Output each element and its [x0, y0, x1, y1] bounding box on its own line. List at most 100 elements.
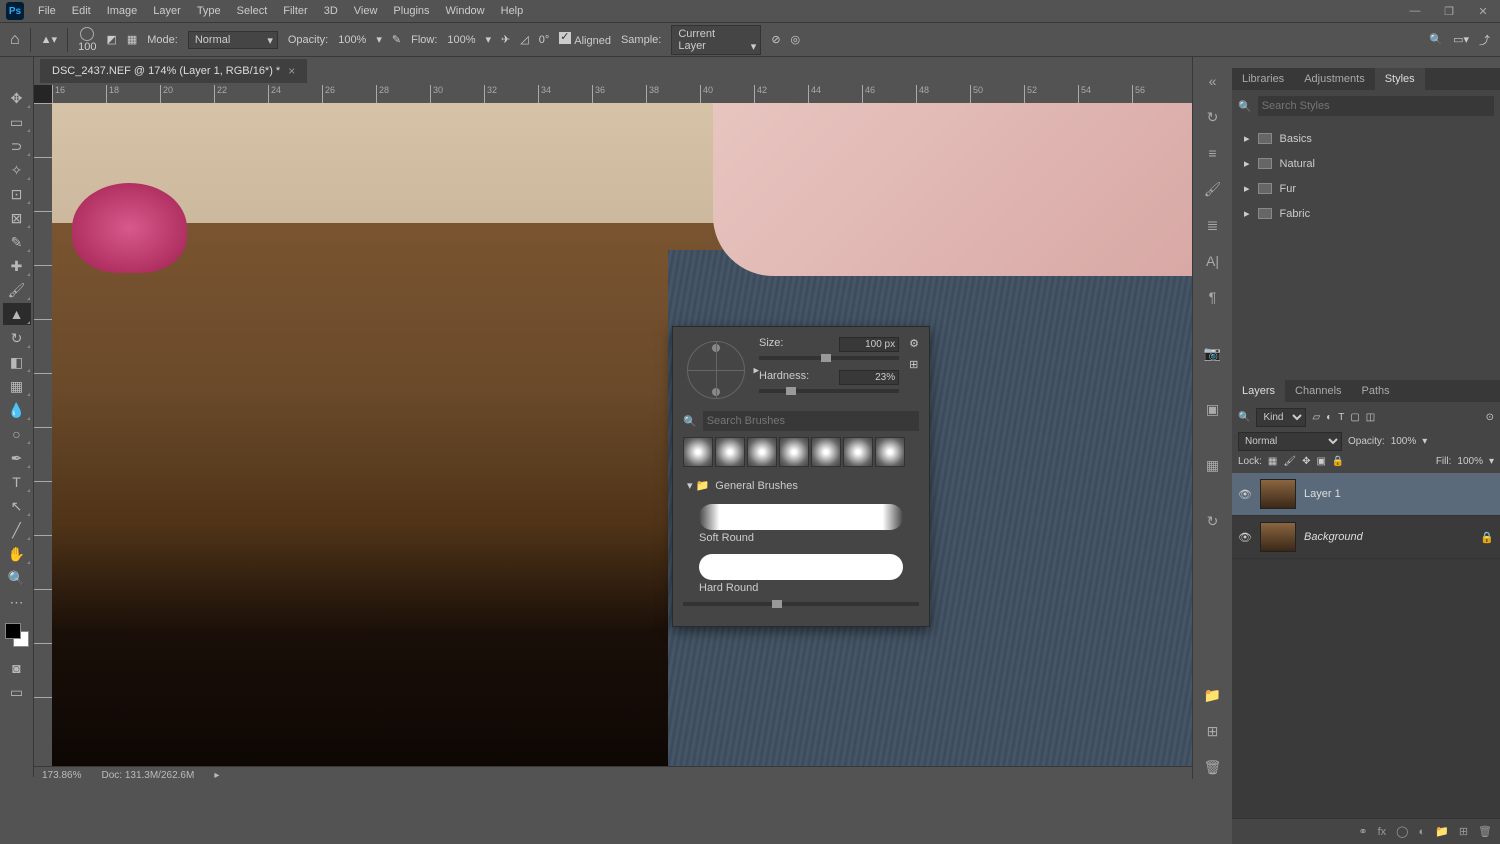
menu-edit[interactable]: Edit	[64, 5, 99, 17]
healing-tool[interactable]: ✚	[3, 255, 31, 277]
edit-toolbar[interactable]: ⋯	[3, 591, 31, 613]
camera-panel-icon[interactable]: 📷	[1201, 341, 1225, 365]
crop-tool[interactable]: ⊡	[3, 183, 31, 205]
brush-panel-icon[interactable]: ◩	[106, 33, 116, 46]
tool-preset-icon[interactable]: ▲▾	[41, 33, 57, 46]
pen-tool[interactable]: ✒	[3, 447, 31, 469]
rotate-panel-icon[interactable]: ↻	[1201, 509, 1225, 533]
brush-tool[interactable]: 🖌	[3, 279, 31, 301]
eyedropper-tool[interactable]: ✎	[3, 231, 31, 253]
close-tab-icon[interactable]: ×	[288, 64, 295, 78]
tab-paths[interactable]: Paths	[1352, 380, 1400, 402]
vertical-ruler[interactable]	[34, 103, 52, 769]
history-brush-tool[interactable]: ↻	[3, 327, 31, 349]
aligned-checkbox[interactable]: Aligned	[559, 32, 611, 47]
lock-all-icon[interactable]: 🔒	[1332, 456, 1344, 467]
styles-folder-fur[interactable]: ▸ Fur	[1240, 176, 1492, 201]
menu-plugins[interactable]: Plugins	[385, 5, 437, 17]
brush-item-hard-round[interactable]: Hard Round	[683, 550, 919, 596]
airbrush-icon[interactable]: ✈	[501, 33, 510, 46]
character-panel-icon[interactable]: A|	[1201, 249, 1225, 273]
filter-image-icon[interactable]: ▱	[1312, 412, 1320, 423]
expand-panels-icon[interactable]: «	[1201, 69, 1225, 93]
lock-transparency-icon[interactable]: ▦	[1268, 456, 1277, 467]
brush-preset[interactable]	[683, 437, 713, 467]
status-menu-icon[interactable]: ▸	[214, 770, 219, 781]
delete-layer-icon[interactable]: 🗑	[1478, 825, 1492, 838]
tab-adjustments[interactable]: Adjustments	[1294, 68, 1375, 90]
brush-item-soft-round[interactable]: Soft Round	[683, 500, 919, 546]
folder-icon[interactable]: 📁	[1201, 683, 1225, 707]
size-input[interactable]	[839, 337, 899, 352]
styles-folder-natural[interactable]: ▸ Natural	[1240, 151, 1492, 176]
zoom-level[interactable]: 173.86%	[42, 770, 81, 781]
share-icon[interactable]: ⤴	[1479, 32, 1490, 48]
brush-preset[interactable]	[715, 437, 745, 467]
mask-icon[interactable]: ◯	[1396, 825, 1408, 838]
sample-select[interactable]: Current Layer	[671, 25, 761, 55]
close-button[interactable]: ✕	[1466, 0, 1500, 22]
shape-tool[interactable]: ╱	[3, 519, 31, 541]
brush-settings-icon[interactable]: 🖌	[1201, 177, 1225, 201]
search-icon[interactable]: 🔍	[1429, 33, 1443, 46]
search-brushes-input[interactable]	[703, 411, 919, 431]
filter-smart-icon[interactable]: ◫	[1366, 412, 1375, 423]
tab-styles[interactable]: Styles	[1375, 68, 1425, 90]
menu-layer[interactable]: Layer	[145, 5, 189, 17]
color-swatches[interactable]	[5, 623, 29, 647]
menu-image[interactable]: Image	[99, 5, 146, 17]
new-icon[interactable]: ⊞	[1201, 719, 1225, 743]
fx-icon[interactable]: fx	[1378, 826, 1387, 838]
hardness-input[interactable]	[839, 370, 899, 385]
lasso-tool[interactable]: ⊃	[3, 135, 31, 157]
menu-file[interactable]: File	[30, 5, 64, 17]
new-layer-icon[interactable]: ⊞	[1459, 825, 1468, 838]
filter-shape-icon[interactable]: ▢	[1350, 412, 1359, 423]
brush-preset[interactable]	[843, 437, 873, 467]
hand-tool[interactable]: ✋	[3, 543, 31, 565]
hardness-slider[interactable]	[759, 389, 899, 393]
group-icon[interactable]: 📁	[1435, 825, 1449, 838]
layer-fill-value[interactable]: 100%	[1457, 456, 1483, 467]
layer-thumbnail[interactable]	[1260, 522, 1296, 552]
menu-view[interactable]: View	[346, 5, 386, 17]
link-layers-icon[interactable]: ⚭	[1358, 825, 1367, 838]
arrow-icon[interactable]: ▸	[753, 364, 759, 377]
clone-source-icon[interactable]: ▦	[127, 33, 137, 46]
paragraph-panel-icon[interactable]: ¶	[1201, 285, 1225, 309]
pressure-size-icon[interactable]: ◎	[791, 33, 801, 46]
adjustment-icon[interactable]: ◐	[1418, 826, 1425, 838]
document-tab[interactable]: DSC_2437.NEF @ 174% (Layer 1, RGB/16*) *…	[40, 59, 307, 83]
menu-window[interactable]: Window	[438, 5, 493, 17]
move-tool[interactable]: ✥	[3, 87, 31, 109]
wand-tool[interactable]: ✧	[3, 159, 31, 181]
workspace-icon[interactable]: ▭▾	[1453, 33, 1469, 46]
home-icon[interactable]: ⌂	[10, 31, 20, 49]
menu-type[interactable]: Type	[189, 5, 229, 17]
tab-layers[interactable]: Layers	[1232, 380, 1285, 402]
blend-mode-select[interactable]: Normal	[1238, 432, 1342, 451]
layer-opacity-value[interactable]: 100%	[1391, 436, 1417, 447]
screenmode-icon[interactable]: ▭	[3, 681, 31, 703]
layer-name[interactable]: Background	[1304, 531, 1363, 543]
trash-icon[interactable]: 🗑	[1201, 755, 1225, 779]
marquee-tool[interactable]: ▭	[3, 111, 31, 133]
flow-value[interactable]: 100%	[447, 34, 475, 46]
size-slider[interactable]	[759, 356, 899, 360]
dodge-tool[interactable]: ○	[3, 423, 31, 445]
quickmask-icon[interactable]: ◙	[3, 657, 31, 679]
styles-folder-basics[interactable]: ▸ Basics	[1240, 126, 1492, 151]
layer-name[interactable]: Layer 1	[1304, 488, 1341, 500]
filter-type-icon[interactable]: T	[1338, 412, 1344, 423]
lock-image-icon[interactable]: 🖌	[1283, 456, 1296, 467]
doc-size[interactable]: Doc: 131.3M/262.6M	[101, 770, 194, 781]
history-panel-icon[interactable]: ↻	[1201, 105, 1225, 129]
brush-preset[interactable]	[875, 437, 905, 467]
brush-size-value[interactable]: 100	[78, 41, 96, 53]
foreground-color[interactable]	[5, 623, 21, 639]
patterns-panel-icon[interactable]: ▦	[1201, 453, 1225, 477]
angle-value[interactable]: 0°	[539, 34, 550, 46]
zoom-tool[interactable]: 🔍	[3, 567, 31, 589]
visibility-icon[interactable]: 👁	[1238, 488, 1252, 501]
opacity-value[interactable]: 100%	[338, 34, 366, 46]
